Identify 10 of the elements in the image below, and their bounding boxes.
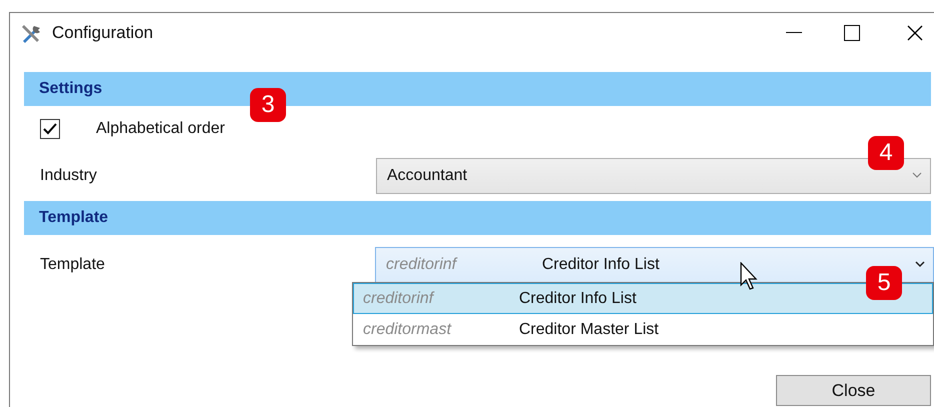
callout-badge: 3 [250,88,286,122]
field-label: Industry [40,167,98,185]
close-button[interactable]: Close [776,375,931,406]
checkbox-label: Alphabetical order [96,120,225,138]
field-label: Template [40,256,106,274]
callout-badge: 5 [866,266,902,300]
callout-badge: 4 [868,136,904,170]
window-title: Configuration [52,23,154,43]
section-header: Template [24,201,931,235]
dropdown-option[interactable]: creditormast Creditor Master List [353,314,933,345]
